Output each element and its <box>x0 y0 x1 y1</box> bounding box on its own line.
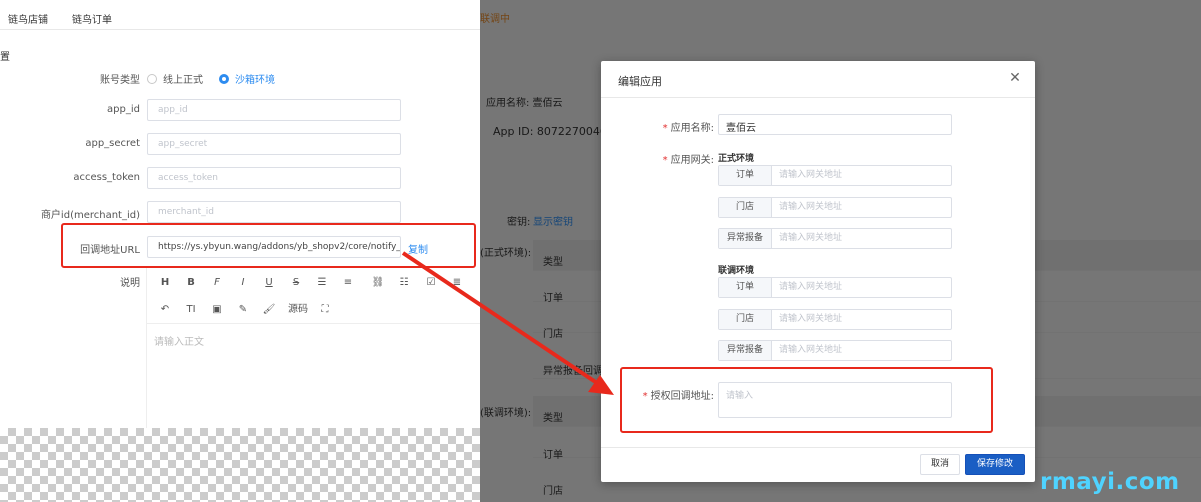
settings-panel: 链鸟店铺 链鸟订单 置 账号类型 线上正式 沙箱环境 app_id app_id… <box>0 0 480 502</box>
list-icon[interactable]: ☷ <box>394 274 414 292</box>
gateway-label: * 应用网关: <box>662 155 714 166</box>
annotation-box-auth-callback <box>620 367 993 433</box>
link-icon[interactable]: ⛓ <box>368 274 388 292</box>
watermark: rmayi.com <box>1040 469 1180 495</box>
close-icon[interactable]: ✕ <box>1007 70 1023 86</box>
radio-production[interactable]: 线上正式 <box>147 71 203 86</box>
brush-icon[interactable]: 🖌 <box>259 301 279 319</box>
undo-icon[interactable]: ↶ <box>155 301 175 319</box>
radio-dot-selected[interactable] <box>219 73 229 84</box>
tab-orders[interactable]: 链鸟订单 <box>72 11 112 26</box>
merchant-id-label: 商户id(merchant_id) <box>40 210 140 221</box>
indent-icon[interactable]: ☰ <box>312 274 332 292</box>
merchant-id-input[interactable]: merchant_id <box>147 201 401 223</box>
strikethrough-icon[interactable]: S <box>286 274 306 292</box>
editor-body[interactable]: 请输入正文 <box>147 323 480 428</box>
save-button[interactable]: 保存修改 <box>965 454 1025 475</box>
app-secret-input[interactable]: app_secret <box>147 133 401 155</box>
cancel-button[interactable]: 取消 <box>920 454 960 475</box>
image-icon[interactable]: ▣ <box>207 301 227 319</box>
formal-env-title: 正式环境 <box>718 154 755 164</box>
italic-icon[interactable]: I <box>233 274 253 292</box>
checkbox-icon[interactable]: ☑ <box>421 274 441 292</box>
section-title: 置 <box>0 52 10 63</box>
gateway-order-input[interactable]: 订单 请输入网关地址 <box>718 165 952 186</box>
annotation-box-callback-url <box>61 223 476 268</box>
fullscreen-icon[interactable]: ⛶ <box>315 301 335 319</box>
bold-icon[interactable]: B <box>181 274 201 292</box>
gateway-store-input[interactable]: 门店 请输入网关地址 <box>718 197 952 218</box>
joint-store-input[interactable]: 门店 请输入网关地址 <box>718 309 952 330</box>
source-code-button[interactable]: 源码 <box>286 301 310 319</box>
transparent-area <box>0 428 480 502</box>
text-size-icon[interactable]: TI <box>181 301 201 319</box>
tab-store[interactable]: 链鸟店铺 <box>8 11 48 26</box>
heading-icon[interactable]: H <box>155 274 175 292</box>
pen-icon[interactable]: ✎ <box>233 301 253 319</box>
joint-order-input[interactable]: 订单 请输入网关地址 <box>718 277 952 298</box>
app-name-input[interactable]: 壹佰云 <box>718 114 952 135</box>
dialog-title: 编辑应用 <box>618 75 662 88</box>
underline-icon[interactable]: U <box>259 274 279 292</box>
joint-env-title: 联调环境 <box>718 266 755 276</box>
app-id-label: app_id <box>107 104 140 115</box>
dialog-header: 编辑应用 ✕ <box>601 61 1035 98</box>
app-secret-label: app_secret <box>85 138 140 149</box>
radio-sandbox[interactable]: 沙箱环境 <box>219 71 275 86</box>
align-icon[interactable]: ≡ <box>338 274 358 292</box>
quote-icon[interactable]: ≣ <box>447 274 467 292</box>
access-token-input[interactable]: access_token <box>147 167 401 189</box>
font-icon[interactable]: F <box>207 274 227 292</box>
gateway-exception-input[interactable]: 异常报备 请输入网关地址 <box>718 228 952 249</box>
account-type-label: 账号类型 <box>100 75 140 86</box>
editor-placeholder: 请输入正文 <box>154 337 204 348</box>
dialog-footer: 取消 保存修改 <box>601 447 1035 482</box>
description-label: 说明 <box>120 278 140 289</box>
app-name-label: * 应用名称: <box>662 123 714 134</box>
access-token-label: access_token <box>73 172 140 183</box>
radio-dot[interactable] <box>147 73 157 84</box>
rich-text-editor[interactable]: H B F I U S ☰ ≡ ⛓ ☷ ☑ ≣ ↶ TI ▣ ✎ 🖌 源码 ⛶ … <box>147 268 480 428</box>
top-tabs: 链鸟店铺 链鸟订单 <box>0 0 480 30</box>
app-id-input[interactable]: app_id <box>147 99 401 121</box>
joint-exception-input[interactable]: 异常报备 请输入网关地址 <box>718 340 952 361</box>
